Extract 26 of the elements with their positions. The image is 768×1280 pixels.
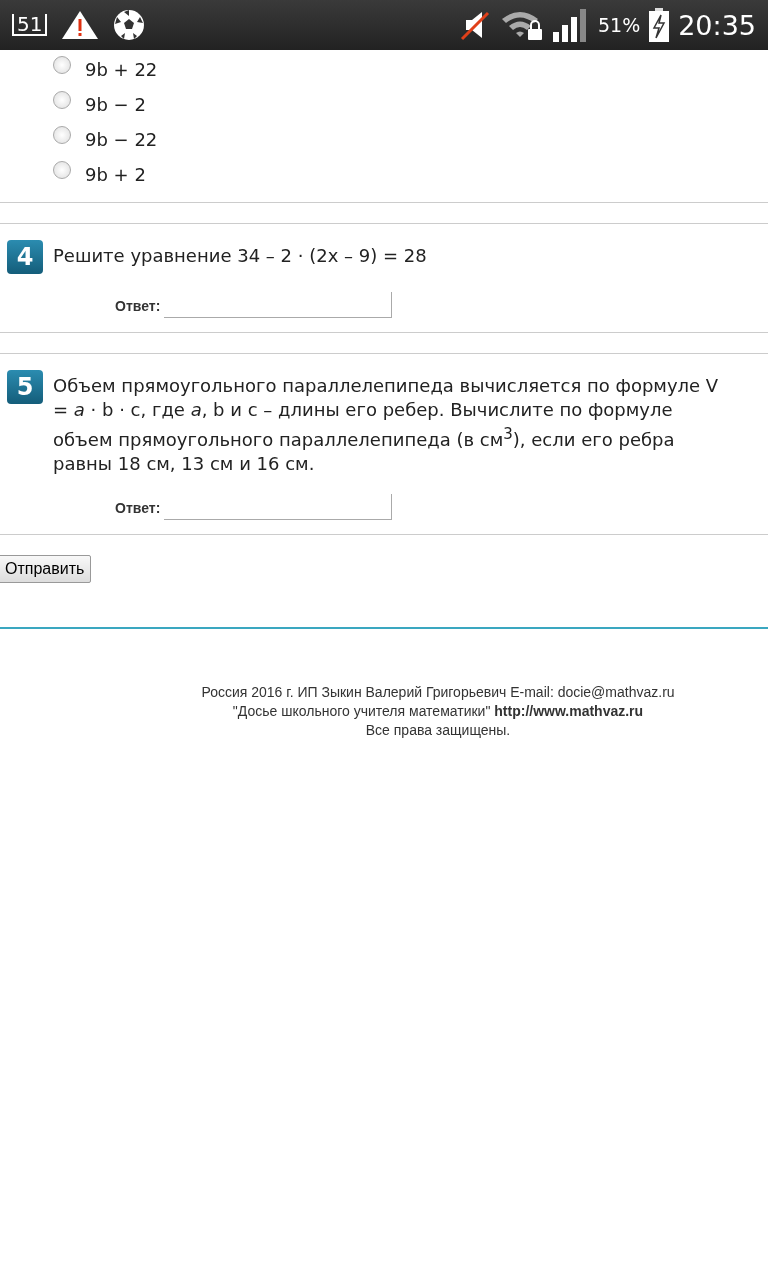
footer-text: Все права защищены. — [365, 722, 511, 738]
footer-text: "Досье школьного учителя математики" — [232, 703, 491, 719]
question-number-badge: 4 — [7, 240, 43, 274]
muted-speaker-icon — [459, 9, 492, 41]
soccer-ball-icon — [113, 9, 146, 41]
clock: 20:35 — [678, 9, 756, 41]
question-text: Объем прямоугольного параллелепипеда вычисляется по формуле V = a · b · c, где a, b и c – длины его ребер. Вычислите по формуле объем прямоугольного параллелепипеда (в см$^{3}$), если его ребра равны 18 см, 13 см и 16 см. — [53, 374, 720, 476]
answer-label: Ответ: — [115, 298, 161, 316]
question-text: Решите уравнение 34 – 2 · (2x – 9) = 28 — [53, 244, 428, 268]
footer-link[interactable]: http://www.mathvaz.ru — [494, 703, 644, 719]
option-label: 9b − 2 — [85, 94, 146, 115]
radio-button[interactable] — [53, 90, 71, 109]
warning-icon — [61, 9, 100, 41]
radio-button[interactable] — [53, 55, 71, 74]
radio-button[interactable] — [53, 125, 71, 144]
notification-count: 51 — [12, 14, 48, 36]
question-number-badge: 5 — [7, 370, 43, 404]
radio-button[interactable] — [53, 160, 71, 179]
option-label: 9b + 22 — [85, 59, 158, 80]
footer-text: Россия 2016 г. ИП Зыкин Валерий Григорьевич E-mail: docie@mathvaz.ru — [201, 684, 675, 700]
battery-percent: 51% — [597, 14, 641, 36]
answer-label: Ответ: — [115, 500, 161, 518]
submit-button[interactable]: Отправить — [0, 555, 92, 583]
option-label: 9b + 2 — [85, 164, 146, 185]
charging-battery-icon — [648, 8, 671, 42]
option-label: 9b − 22 — [85, 129, 158, 150]
